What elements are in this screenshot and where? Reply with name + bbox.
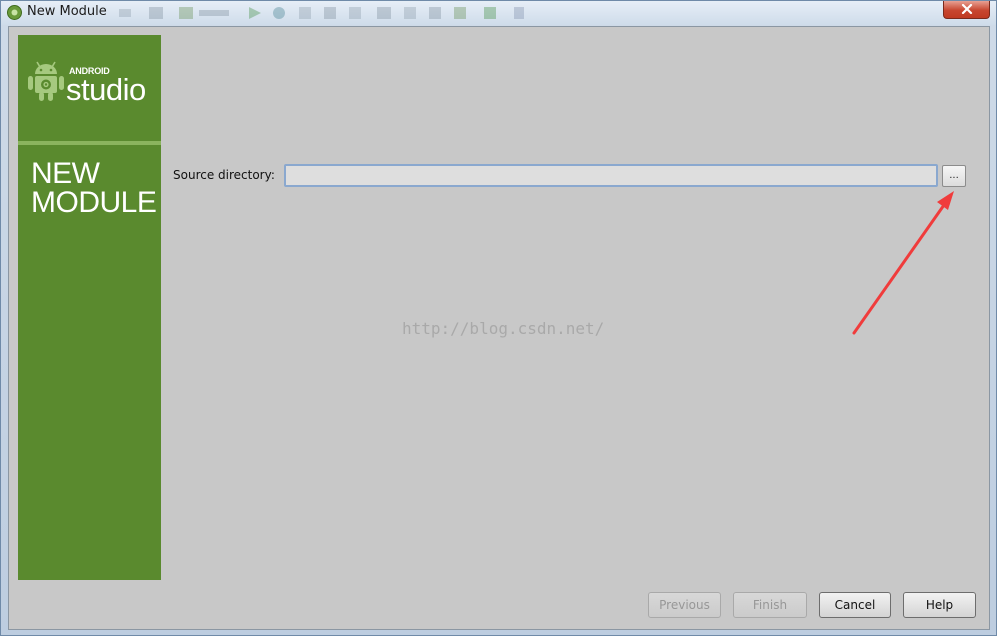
finish-button[interactable]: Finish (733, 592, 807, 618)
sidebar-title: NEW MODULE (31, 157, 157, 219)
dialog-content: ANDROID studio NEW MODULE Source directo… (8, 26, 990, 630)
source-directory-input[interactable] (284, 164, 938, 187)
new-module-window: New Module ANDROID studio NEW MODULE Sou… (0, 0, 997, 636)
android-studio-icon (7, 5, 22, 20)
window-title: New Module (27, 4, 107, 19)
title-bar[interactable]: New Module (1, 1, 996, 25)
watermark-text: http://blog.csdn.net/ (402, 319, 605, 338)
sidebar-divider (18, 141, 161, 145)
background-toolbar-icons (119, 7, 524, 19)
browse-button[interactable]: ... (942, 165, 966, 187)
sidebar-title-line-2: MODULE (31, 186, 157, 219)
sidebar-panel: ANDROID studio NEW MODULE (18, 35, 161, 580)
logo-studio-text: studio (66, 72, 146, 107)
close-button[interactable] (943, 1, 990, 19)
help-button[interactable]: Help (903, 592, 976, 618)
cancel-button[interactable]: Cancel (819, 592, 891, 618)
source-directory-label: Source directory: (173, 168, 275, 182)
red-arrow-icon (852, 191, 954, 335)
previous-button[interactable]: Previous (648, 592, 721, 618)
sidebar-title-line-1: NEW (31, 157, 100, 190)
close-icon (961, 4, 973, 14)
android-studio-logo: ANDROID studio (18, 35, 161, 141)
android-robot-icon (28, 61, 64, 101)
